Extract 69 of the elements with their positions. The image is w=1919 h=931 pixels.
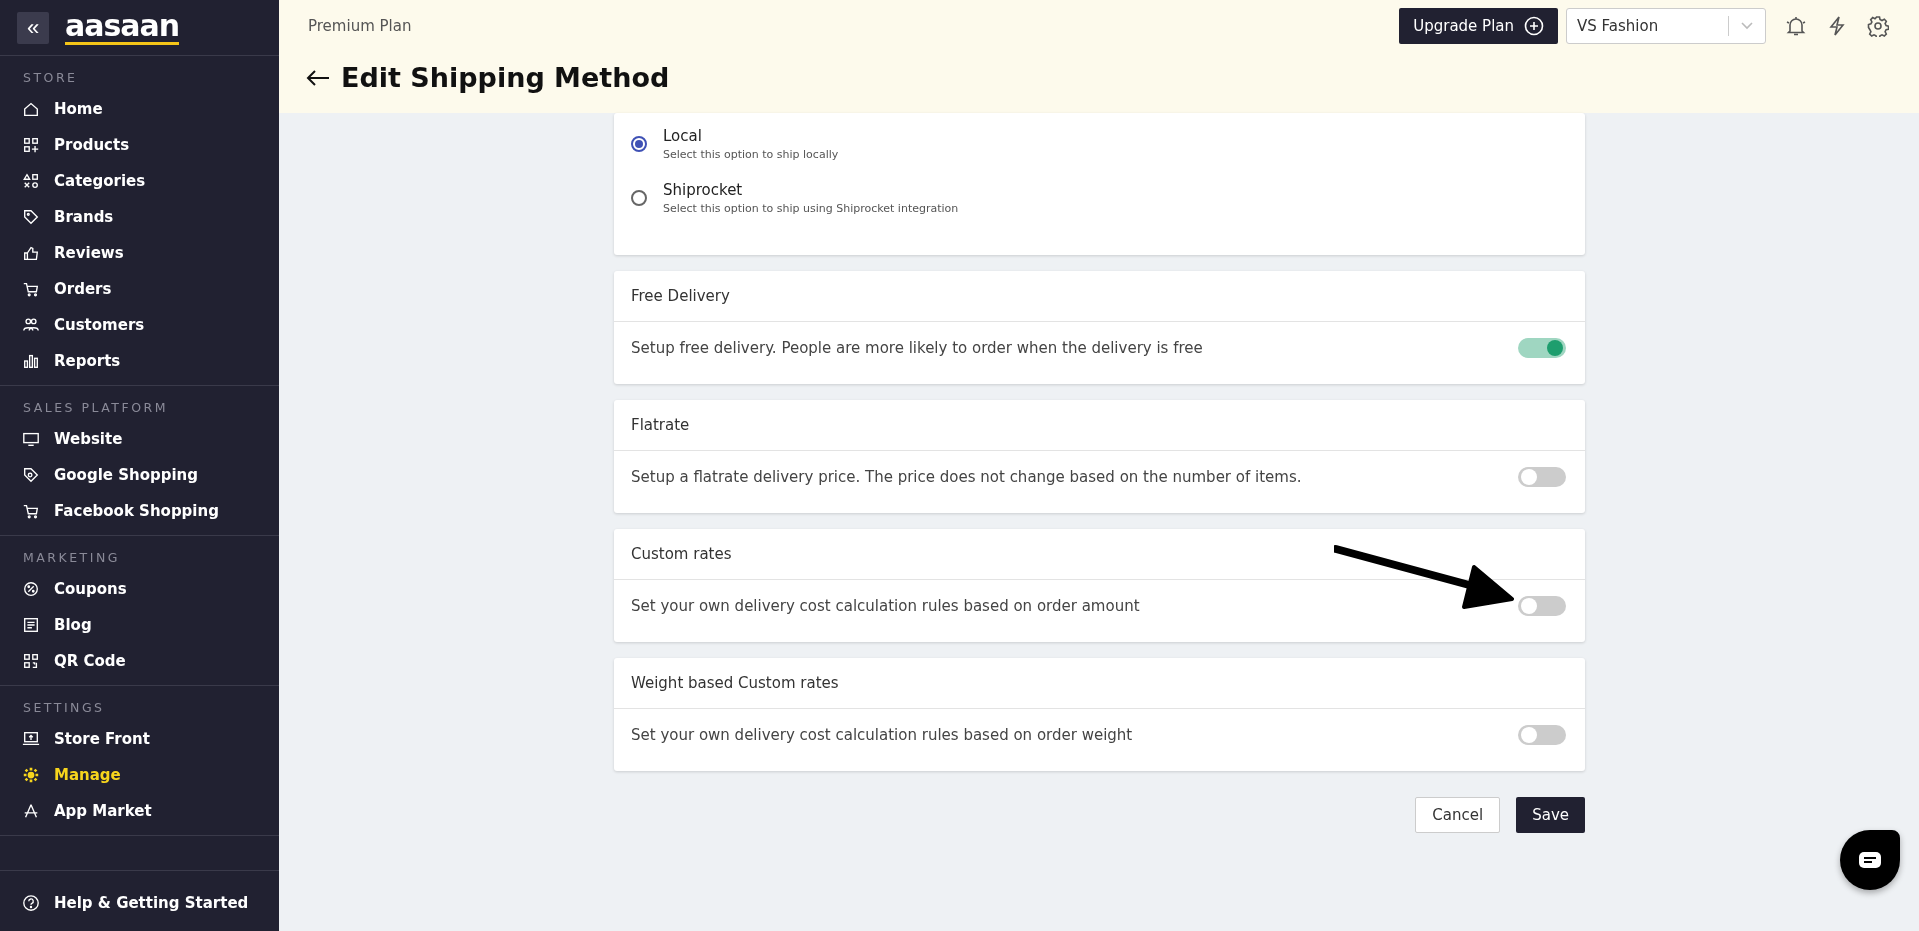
home-icon [22, 100, 40, 118]
collapse-button[interactable]: « [17, 11, 49, 44]
card-title: Flatrate [614, 400, 1585, 451]
app-store-icon [22, 802, 40, 820]
chat-button[interactable] [1840, 830, 1900, 890]
bell-icon[interactable] [1785, 15, 1807, 37]
sidebar-item[interactable]: Customers [0, 307, 279, 343]
card-description: Set your own delivery cost calculation rules based on order weight [631, 726, 1133, 744]
grid-icon [22, 136, 40, 154]
logo: aasaan [65, 10, 180, 45]
laptop-icon [22, 730, 40, 748]
sidebar-item[interactable]: Home [0, 91, 279, 127]
help-link[interactable]: Help & Getting Started [0, 885, 279, 921]
thumbs-up-icon [22, 244, 40, 262]
chevron-down-icon [1741, 22, 1753, 30]
sidebar-item[interactable]: Reports [0, 343, 279, 379]
document-icon [22, 616, 40, 634]
card-title: Free Delivery [614, 271, 1585, 322]
section-title: SALES PLATFORM [22, 400, 169, 417]
section-title: SETTINGS [22, 700, 106, 717]
page-title: Edit Shipping Method [341, 62, 670, 93]
option-description: Select this option to ship using Shiprocket integration [663, 202, 959, 215]
help-icon [22, 894, 40, 912]
plus-circle-icon [1524, 16, 1544, 36]
sidebar-item[interactable]: Coupons [0, 571, 279, 607]
sidebar-item[interactable]: Reviews [0, 235, 279, 271]
toggle-switch[interactable] [1518, 338, 1566, 358]
toggle-switch[interactable] [1518, 467, 1566, 487]
sidebar-item[interactable]: Facebook Shopping [0, 493, 279, 529]
save-button[interactable]: Save [1516, 797, 1585, 833]
store-select[interactable]: VS Fashion [1566, 8, 1766, 44]
tag-icon [22, 208, 40, 226]
cart-icon [22, 280, 40, 298]
sidebar-item[interactable]: Google Shopping [0, 457, 279, 493]
bar-chart-icon [22, 352, 40, 370]
option-description: Select this option to ship locally [663, 148, 839, 161]
card-description: Set your own delivery cost calculation rules based on order amount [631, 597, 1140, 615]
toggle-switch[interactable] [1518, 725, 1566, 745]
sidebar-item[interactable]: Brands [0, 199, 279, 235]
sidebar-item[interactable]: Products [0, 127, 279, 163]
section-title: STORE [22, 70, 79, 87]
card-title: Weight based Custom rates [614, 658, 1585, 709]
sidebar-item[interactable]: Website [0, 421, 279, 457]
coupon-icon [22, 580, 40, 598]
sidebar-item[interactable]: Categories [0, 163, 279, 199]
sidebar-item[interactable]: Orders [0, 271, 279, 307]
sidebar-item[interactable]: QR Code [0, 643, 279, 679]
sidebar-item[interactable]: Blog [0, 607, 279, 643]
option-label: Shiprocket [663, 181, 744, 199]
cancel-button[interactable]: Cancel [1415, 797, 1501, 833]
shapes-icon [22, 172, 40, 190]
sidebar-item[interactable]: Manage [0, 757, 279, 793]
option-label: Local [663, 127, 703, 145]
settings-icon[interactable] [1867, 15, 1889, 37]
sidebar-item[interactable]: App Market [0, 793, 279, 829]
chat-icon [1858, 851, 1882, 869]
toggle-switch[interactable] [1518, 596, 1566, 616]
card-description: Setup free delivery. People are more likely to order when the delivery is free [631, 339, 1203, 357]
sidebar-item[interactable]: Store Front [0, 721, 279, 757]
upgrade-plan-button[interactable]: Upgrade Plan [1399, 8, 1558, 44]
plan-label: Premium Plan [308, 17, 412, 35]
radio-button[interactable] [631, 136, 647, 152]
section-title: MARKETING [22, 550, 121, 567]
cart-icon [22, 502, 40, 520]
qr-code-icon [22, 652, 40, 670]
tag-icon [22, 466, 40, 484]
card-description: Setup a flatrate delivery price. The price does not change based on the number of items. [631, 468, 1302, 486]
monitor-icon [22, 430, 40, 448]
radio-button[interactable] [631, 190, 647, 206]
